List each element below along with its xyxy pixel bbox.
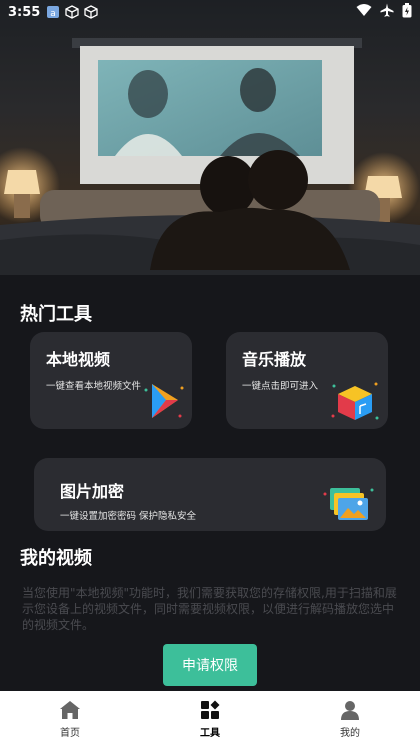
photo-stack-icon [322, 484, 374, 530]
my-videos-title: 我的视频 [20, 548, 92, 569]
svg-text:a: a [51, 9, 57, 19]
status-bar: 3:55 a [0, 0, 420, 24]
user-icon [339, 699, 361, 721]
nav-label-profile: 我的 [340, 728, 360, 739]
home-icon [59, 699, 81, 721]
photo-encrypt-card[interactable]: 图片加密 一键设置加密密码 保护隐私安全 [34, 458, 386, 531]
apply-permission-button[interactable]: 申请权限 [163, 644, 257, 686]
airplane-icon [380, 3, 394, 21]
tools-grid-icon [199, 699, 221, 721]
local-video-card[interactable]: 本地视频 一键查看本地视频文件 [30, 332, 192, 429]
music-cube-icon [330, 380, 380, 428]
hero-banner-image [0, 0, 420, 275]
hot-tools-title: 热门工具 [20, 304, 92, 325]
storage-permission-notice: 当您使用"本地视频"功能时，我们需要获取您的存储权限,用于扫描和展示您设备上的视… [22, 586, 397, 632]
battery-icon [402, 2, 412, 22]
nav-label-home: 首页 [60, 728, 80, 739]
couple-watching-movie-illustration [0, 38, 420, 275]
bottom-navigation: 首页 工具 我的 [0, 691, 420, 747]
nav-item-tools[interactable]: 工具 [140, 691, 280, 747]
play-triangle-icon [142, 380, 186, 426]
nav-item-profile[interactable]: 我的 [280, 691, 420, 747]
cube-icon [65, 5, 79, 19]
status-time: 3:55 [8, 4, 41, 20]
local-video-title: 本地视频 [46, 350, 111, 369]
music-player-card[interactable]: 音乐播放 一键点击即可进入 [226, 332, 388, 429]
cube-icon [84, 5, 98, 19]
wifi-icon [356, 3, 372, 21]
music-player-title: 音乐播放 [242, 350, 307, 369]
app-badge-icon: a [46, 5, 60, 19]
nav-label-tools: 工具 [200, 728, 220, 739]
nav-item-home[interactable]: 首页 [0, 691, 140, 747]
